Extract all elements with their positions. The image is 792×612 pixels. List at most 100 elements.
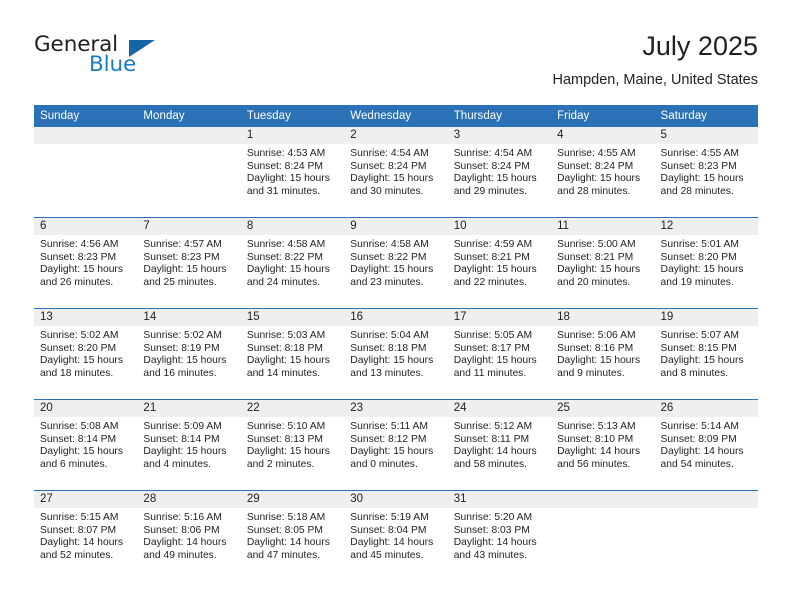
sunrise-text: Sunrise: 4:53 AM xyxy=(246,148,326,159)
sunset-text: Sunset: 8:23 PM xyxy=(40,251,117,263)
day-cell-inner: 15 Sunrise: 5:03 AM Sunset: 8:18 PM Dayligh… xyxy=(240,309,345,399)
sunset-text: Sunset: 8:14 PM xyxy=(143,433,220,445)
daylight-text: Daylight: 14 hours and 54 minutes. xyxy=(660,446,744,470)
sunset-text: Sunset: 8:12 PM xyxy=(350,433,427,445)
calendar-week-row: 1 Sunrise: 4:53 AM Sunset: 8:24 PM Daylight… xyxy=(34,127,758,218)
calendar-week-row: 6 Sunrise: 4:56 AM Sunset: 8:23 PM Daylight… xyxy=(34,217,758,309)
sunset-text: Sunset: 8:04 PM xyxy=(350,524,427,536)
day-cell-inner: 20 Sunrise: 5:08 AM Sunset: 8:14 PM Dayligh… xyxy=(34,400,138,490)
calendar-day-cell[interactable]: 21 Sunrise: 5:09 AM Sunset: 8:14 PM Dayligh… xyxy=(137,399,241,491)
daylight-text: Daylight: 15 hours and 31 minutes. xyxy=(246,173,330,197)
daylight-text: Daylight: 15 hours and 23 minutes. xyxy=(350,264,434,288)
daylight-text: Daylight: 15 hours and 19 minutes. xyxy=(660,264,744,288)
calendar-day-cell[interactable]: 12 Sunrise: 5:01 AM Sunset: 8:20 PM Dayligh… xyxy=(654,217,758,309)
day-cell-details: Sunrise: 5:15 AM Sunset: 8:07 PM Daylight:… xyxy=(34,508,137,562)
sunrise-text: Sunrise: 5:20 AM xyxy=(453,512,533,523)
calendar-day-cell[interactable]: 24 Sunrise: 5:12 AM Sunset: 8:11 PM Dayligh… xyxy=(447,399,552,491)
daylight-text: Daylight: 15 hours and 28 minutes. xyxy=(557,173,641,197)
sunrise-text: Sunrise: 4:55 AM xyxy=(557,148,636,159)
day-cell-details: Sunrise: 4:55 AM Sunset: 8:24 PM Daylight:… xyxy=(551,144,654,198)
day-cell-inner: 13 Sunrise: 5:02 AM Sunset: 8:20 PM Dayligh… xyxy=(34,309,138,399)
calendar-day-cell[interactable]: 5 Sunrise: 4:55 AM Sunset: 8:23 PM Daylight… xyxy=(654,127,758,218)
day-cell-inner: 6 Sunrise: 4:56 AM Sunset: 8:23 PM Daylight… xyxy=(34,218,138,308)
calendar-day-cell[interactable]: 9 Sunrise: 4:58 AM Sunset: 8:22 PM Daylight… xyxy=(344,217,448,309)
calendar-day-cell[interactable]: 10 Sunrise: 4:59 AM Sunset: 8:21 PM Dayligh… xyxy=(447,217,552,309)
calendar-day-cell[interactable]: 4 Sunrise: 4:55 AM Sunset: 8:24 PM Daylight… xyxy=(551,127,655,218)
calendar-day-cell[interactable]: 3 Sunrise: 4:54 AM Sunset: 8:24 PM Daylight… xyxy=(447,127,552,218)
daylight-text: Daylight: 15 hours and 6 minutes. xyxy=(40,446,123,470)
sunset-text: Sunset: 8:24 PM xyxy=(246,160,323,172)
sunset-text: Sunset: 8:20 PM xyxy=(660,251,737,263)
day-cell-inner: 26 Sunrise: 5:14 AM Sunset: 8:09 PM Dayligh… xyxy=(654,400,758,490)
day-cell-details: Sunrise: 4:56 AM Sunset: 8:23 PM Daylight:… xyxy=(34,235,137,289)
calendar-day-cell[interactable]: 6 Sunrise: 4:56 AM Sunset: 8:23 PM Daylight… xyxy=(34,217,138,309)
day-number: 18 xyxy=(551,309,655,326)
day-cell-inner: 10 Sunrise: 4:59 AM Sunset: 8:21 PM Dayligh… xyxy=(447,218,552,308)
sunset-text: Sunset: 8:24 PM xyxy=(557,160,634,172)
sunset-text: Sunset: 8:16 PM xyxy=(557,342,634,354)
calendar-day-cell[interactable]: 16 Sunrise: 5:04 AM Sunset: 8:18 PM Dayligh… xyxy=(344,308,448,400)
calendar-day-cell[interactable]: 28 Sunrise: 5:16 AM Sunset: 8:06 PM Dayligh… xyxy=(137,490,241,581)
calendar-day-cell[interactable]: 20 Sunrise: 5:08 AM Sunset: 8:14 PM Dayligh… xyxy=(34,399,138,491)
calendar-day-cell[interactable]: 31 Sunrise: 5:20 AM Sunset: 8:03 PM Dayligh… xyxy=(447,490,552,581)
calendar-day-cell[interactable]: 25 Sunrise: 5:13 AM Sunset: 8:10 PM Dayligh… xyxy=(551,399,655,491)
calendar-day-cell[interactable]: 23 Sunrise: 5:11 AM Sunset: 8:12 PM Dayligh… xyxy=(344,399,448,491)
day-number: 3 xyxy=(447,127,552,144)
daylight-text: Daylight: 15 hours and 0 minutes. xyxy=(350,446,434,470)
day-cell-details: Sunrise: 4:58 AM Sunset: 8:22 PM Daylight:… xyxy=(344,235,447,289)
general-blue-logo[interactable]: General Blue xyxy=(34,32,254,88)
calendar-day-cell[interactable]: 11 Sunrise: 5:00 AM Sunset: 8:21 PM Dayligh… xyxy=(551,217,655,309)
calendar-day-cell[interactable]: 2 Sunrise: 4:54 AM Sunset: 8:24 PM Daylight… xyxy=(344,127,448,218)
sunrise-text: Sunrise: 4:56 AM xyxy=(40,239,119,250)
calendar-day-cell[interactable]: 18 Sunrise: 5:06 AM Sunset: 8:16 PM Dayligh… xyxy=(551,308,655,400)
calendar-day-cell[interactable]: 14 Sunrise: 5:02 AM Sunset: 8:19 PM Dayligh… xyxy=(137,308,241,400)
day-number: 13 xyxy=(34,309,138,326)
sunset-text: Sunset: 8:23 PM xyxy=(660,160,737,172)
calendar-day-cell[interactable]: 8 Sunrise: 4:58 AM Sunset: 8:22 PM Daylight… xyxy=(240,217,345,309)
daylight-text: Daylight: 15 hours and 29 minutes. xyxy=(453,173,537,197)
calendar-day-cell[interactable]: 13 Sunrise: 5:02 AM Sunset: 8:20 PM Dayligh… xyxy=(34,308,138,400)
month-calendar: Sunday Monday Tuesday Wednesday Thursday… xyxy=(34,105,758,581)
calendar-day-cell[interactable]: 19 Sunrise: 5:07 AM Sunset: 8:15 PM Dayligh… xyxy=(654,308,758,400)
sunset-text: Sunset: 8:11 PM xyxy=(453,433,530,445)
calendar-body: 1 Sunrise: 4:53 AM Sunset: 8:24 PM Daylight… xyxy=(34,127,758,581)
daylight-text: Daylight: 14 hours and 47 minutes. xyxy=(246,537,330,561)
day-number: 9 xyxy=(344,218,448,235)
sunset-text: Sunset: 8:21 PM xyxy=(557,251,634,263)
calendar-day-cell[interactable]: 15 Sunrise: 5:03 AM Sunset: 8:18 PM Dayligh… xyxy=(240,308,345,400)
day-number: 5 xyxy=(654,127,758,144)
day-cell-inner: 21 Sunrise: 5:09 AM Sunset: 8:14 PM Dayligh… xyxy=(137,400,241,490)
day-cell-inner: 29 Sunrise: 5:18 AM Sunset: 8:05 PM Dayligh… xyxy=(240,491,345,581)
calendar-day-cell[interactable]: 26 Sunrise: 5:14 AM Sunset: 8:09 PM Dayligh… xyxy=(654,399,758,491)
calendar-day-cell[interactable]: 7 Sunrise: 4:57 AM Sunset: 8:23 PM Daylight… xyxy=(137,217,241,309)
location-subtitle: Hampden, Maine, United States xyxy=(552,72,758,88)
calendar-day-cell[interactable]: 17 Sunrise: 5:05 AM Sunset: 8:17 PM Dayligh… xyxy=(447,308,552,400)
day-number: 29 xyxy=(240,491,345,508)
calendar-week-row: 20 Sunrise: 5:08 AM Sunset: 8:14 PM Dayligh… xyxy=(34,399,758,491)
calendar-day-cell-empty xyxy=(137,127,241,218)
daylight-text: Daylight: 15 hours and 16 minutes. xyxy=(143,355,227,379)
calendar-day-cell[interactable]: 30 Sunrise: 5:19 AM Sunset: 8:04 PM Dayligh… xyxy=(344,490,448,581)
day-cell-inner: 12 Sunrise: 5:01 AM Sunset: 8:20 PM Dayligh… xyxy=(654,218,758,308)
calendar-day-cell[interactable]: 27 Sunrise: 5:15 AM Sunset: 8:07 PM Dayligh… xyxy=(34,490,138,581)
calendar-day-cell[interactable]: 29 Sunrise: 5:18 AM Sunset: 8:05 PM Dayligh… xyxy=(240,490,345,581)
daylight-text: Daylight: 15 hours and 11 minutes. xyxy=(453,355,537,379)
day-cell-details: Sunrise: 5:00 AM Sunset: 8:21 PM Daylight:… xyxy=(551,235,654,289)
sunrise-text: Sunrise: 5:02 AM xyxy=(40,330,119,341)
sunrise-text: Sunrise: 5:13 AM xyxy=(557,421,636,432)
sunset-text: Sunset: 8:17 PM xyxy=(453,342,530,354)
sunset-text: Sunset: 8:10 PM xyxy=(557,433,634,445)
sunrise-text: Sunrise: 5:06 AM xyxy=(557,330,636,341)
day-cell-inner: 2 Sunrise: 4:54 AM Sunset: 8:24 PM Daylight… xyxy=(344,127,448,217)
sunrise-text: Sunrise: 5:03 AM xyxy=(246,330,326,341)
weekday-header-thursday: Thursday xyxy=(447,105,552,127)
day-cell-details: Sunrise: 5:02 AM Sunset: 8:20 PM Daylight:… xyxy=(34,326,137,380)
calendar-page: General Blue July 2025 Hampden, Maine, U… xyxy=(0,0,792,612)
calendar-day-cell[interactable]: 1 Sunrise: 4:53 AM Sunset: 8:24 PM Daylight… xyxy=(240,127,345,218)
day-cell-details: Sunrise: 5:02 AM Sunset: 8:19 PM Daylight:… xyxy=(137,326,240,380)
calendar-day-cell[interactable]: 22 Sunrise: 5:10 AM Sunset: 8:13 PM Dayligh… xyxy=(240,399,345,491)
day-cell-inner xyxy=(654,491,758,581)
sunset-text: Sunset: 8:06 PM xyxy=(143,524,220,536)
daylight-text: Daylight: 14 hours and 52 minutes. xyxy=(40,537,123,561)
sunrise-text: Sunrise: 5:10 AM xyxy=(246,421,326,432)
